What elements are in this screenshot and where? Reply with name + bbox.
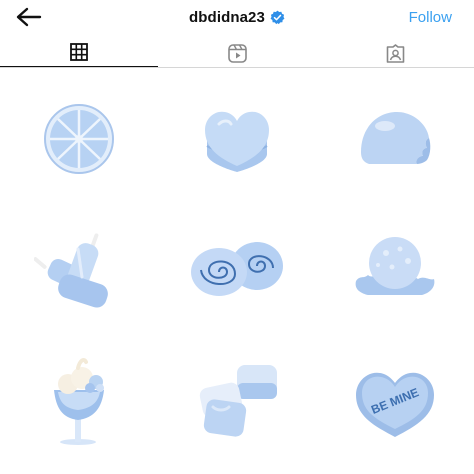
bitten-mochi-image (361, 112, 431, 164)
tab-reels[interactable] (158, 38, 316, 68)
post-bitten-mochi[interactable] (316, 74, 474, 204)
post-parfait-glass[interactable] (0, 336, 158, 466)
lemon-slice-image (44, 104, 114, 174)
marshmallows-image (199, 365, 277, 437)
ice-pops-image (34, 233, 108, 308)
username-area: dbdidna23 (0, 9, 474, 26)
profile-tabs (0, 38, 474, 68)
post-candy-heart[interactable]: BE MINE (316, 336, 474, 466)
post-marshmallows[interactable] (158, 336, 316, 466)
grid-icon (70, 43, 88, 61)
post-lemon-slice[interactable] (0, 74, 158, 204)
post-ice-pops[interactable] (0, 204, 158, 334)
post-ice-cream-scoop[interactable] (316, 204, 474, 334)
reels-icon (227, 43, 247, 63)
ice-cream-scoop-image (355, 237, 435, 295)
post-grid: BE MINE (0, 68, 474, 474)
username: dbdidna23 (189, 9, 265, 26)
post-heart-cake[interactable] (158, 74, 316, 204)
tab-tagged[interactable] (316, 38, 474, 68)
follow-button[interactable]: Follow (409, 9, 452, 26)
swiss-rolls-image (191, 242, 283, 296)
profile-header: dbdidna23 Follow (0, 0, 474, 34)
post-swiss-rolls[interactable] (158, 204, 316, 334)
parfait-glass-image (54, 358, 104, 445)
tab-grid[interactable] (0, 38, 158, 68)
candy-heart-image: BE MINE (356, 372, 434, 437)
verified-badge-icon (270, 10, 285, 25)
tagged-icon (386, 43, 404, 63)
heart-cake-image (205, 111, 269, 172)
